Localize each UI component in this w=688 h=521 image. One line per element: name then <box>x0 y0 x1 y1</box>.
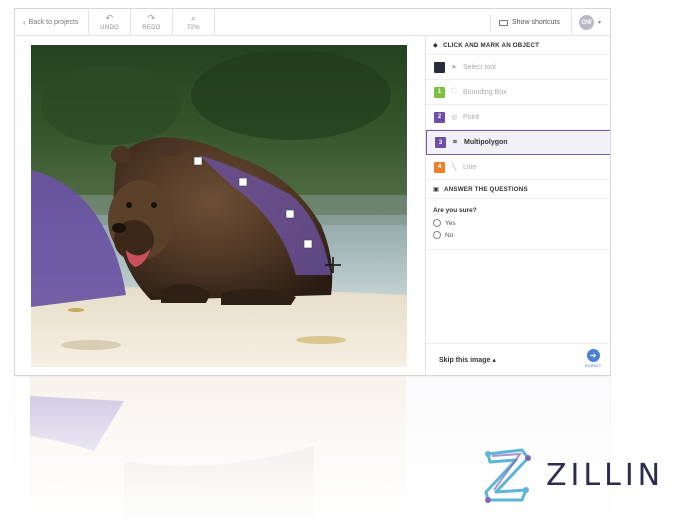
submit-button[interactable]: ➜ SUBMIT <box>583 349 603 368</box>
radio-circle-icon <box>433 231 441 239</box>
tool-key-badge <box>434 61 445 73</box>
toolbar: ‹ Back to projects ↶ UNDO ↷ REDO ⌕ 72% S… <box>15 9 610 36</box>
tool-multipolygon[interactable]: 3 ⌗ Multipolygon <box>426 130 610 155</box>
radio-label: Yes <box>445 219 456 227</box>
tool-key-badge: 4 <box>434 161 445 173</box>
radio-circle-icon <box>433 219 441 227</box>
chevron-down-icon: ▾ <box>598 20 602 26</box>
clipboard-icon: ▣ <box>433 185 440 193</box>
questions-section-header: ▣ ANSWER THE QUESTIONS <box>426 180 610 199</box>
redo-label: REDO <box>142 25 161 31</box>
shortcuts-label: Show shortcuts <box>512 19 560 26</box>
show-shortcuts-button[interactable]: Show shortcuts <box>490 14 563 31</box>
tool-label: Line <box>463 163 477 171</box>
skip-label: Skip this image <box>439 357 491 364</box>
question-text: Are you sure? <box>433 207 477 214</box>
object-section-header: ◆ CLICK AND MARK AN OBJECT <box>426 36 610 55</box>
tool-point[interactable]: 2 ◎ Point <box>426 105 610 130</box>
tool-key-badge: 2 <box>434 111 445 123</box>
bear-photo <box>31 45 407 367</box>
arrow-right-icon: ➜ <box>586 349 600 362</box>
user-menu[interactable]: OW ▾ <box>571 9 610 36</box>
radio-option-no[interactable]: No <box>426 229 610 241</box>
annotation-panel: ◆ CLICK AND MARK AN OBJECT ➤ Select tool… <box>425 36 610 375</box>
avatar: OW <box>579 15 594 30</box>
tool-bounding-box[interactable]: 1 ⛶ Bounding Box <box>426 80 610 105</box>
tool-label: Multipolygon <box>464 139 508 146</box>
bounding-box-icon: ⛶ <box>451 88 457 95</box>
line-icon: ╲ <box>451 164 457 171</box>
submit-label: SUBMIT <box>584 363 602 368</box>
chevron-left-icon: ‹ <box>23 18 26 27</box>
tool-label: Bounding Box <box>463 88 507 96</box>
radio-label: No <box>445 231 454 239</box>
tool-key-badge: 3 <box>435 137 446 148</box>
divider <box>426 249 610 250</box>
redo-icon: ↷ <box>147 13 156 23</box>
tool-label: Select tool <box>463 63 496 71</box>
skip-image-button[interactable]: Skip this image ▴ <box>439 356 496 364</box>
zillin-logo-mark <box>484 448 531 503</box>
annotation-app-window: ‹ Back to projects ↶ UNDO ↷ REDO ⌕ 72% S… <box>14 8 611 376</box>
polygon-icon: ⌗ <box>453 138 457 146</box>
pointer-icon: ➤ <box>451 64 457 71</box>
zoom-icon: ⌕ <box>190 13 197 23</box>
zillin-logo: ZILLIN <box>482 444 682 506</box>
keyboard-icon <box>499 19 508 26</box>
tag-icon: ◆ <box>433 41 438 49</box>
undo-button[interactable]: ↶ UNDO <box>89 9 131 36</box>
questions-section-title: ANSWER THE QUESTIONS <box>444 185 528 193</box>
tool-select[interactable]: ➤ Select tool <box>426 55 610 80</box>
back-label: Back to projects <box>28 19 79 26</box>
tool-label: Point <box>463 113 479 121</box>
object-section-title: CLICK AND MARK AN OBJECT <box>442 41 540 49</box>
tool-key-badge: 1 <box>434 86 445 98</box>
zoom-level: 72% <box>187 25 200 31</box>
radio-option-yes[interactable]: Yes <box>426 217 610 229</box>
image-canvas[interactable] <box>31 45 407 367</box>
undo-label: UNDO <box>100 25 119 31</box>
back-to-projects-button[interactable]: ‹ Back to projects <box>15 9 89 36</box>
redo-button[interactable]: ↷ REDO <box>131 9 173 36</box>
caret-up-icon: ▴ <box>492 357 496 364</box>
undo-icon: ↶ <box>105 13 114 23</box>
point-icon: ◎ <box>450 114 458 121</box>
tool-line[interactable]: 4 ╲ Line <box>426 155 610 180</box>
panel-footer: Skip this image ▴ ➜ SUBMIT <box>426 343 610 375</box>
zoom-button[interactable]: ⌕ 72% <box>173 9 215 36</box>
brand-name: ZILLIN <box>546 457 665 493</box>
